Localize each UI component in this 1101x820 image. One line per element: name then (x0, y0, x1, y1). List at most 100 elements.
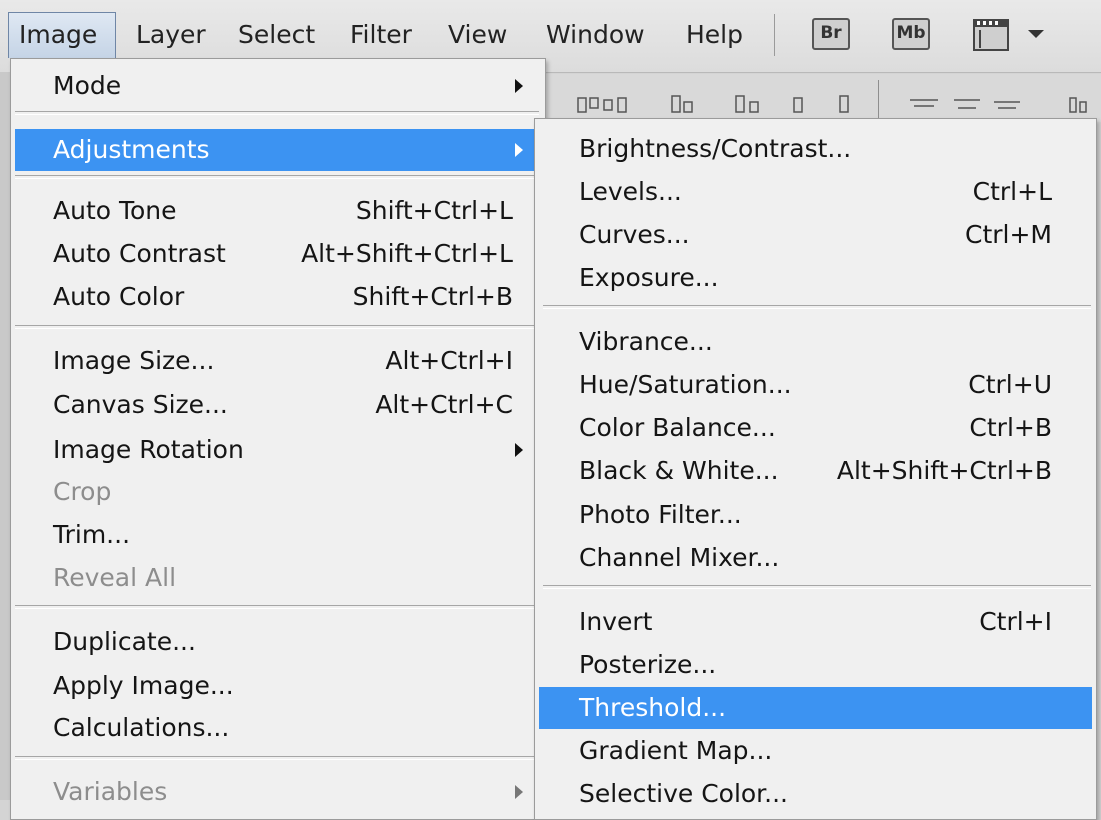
menu-item-trim[interactable]: Trim... (15, 514, 539, 556)
menu-item-label: Auto Tone (53, 196, 177, 225)
menu-item-apply-image[interactable]: Apply Image... (15, 665, 539, 707)
menu-item-label: Threshold... (579, 693, 727, 722)
menu-item-color-balance[interactable]: Color Balance... Ctrl+B (539, 407, 1092, 449)
menu-help[interactable]: Help (676, 12, 753, 58)
menu-filter[interactable]: Filter (340, 12, 422, 58)
menu-item-label: Levels... (579, 177, 682, 206)
menu-item-threshold[interactable]: Threshold... (539, 687, 1092, 729)
image-menu: Mode Adjustments Auto Tone Shift+Ctrl+L … (10, 58, 546, 820)
shortcut-label: Ctrl+M (965, 220, 1052, 249)
menu-item-posterize[interactable]: Posterize... (539, 644, 1092, 686)
menu-item-auto-contrast[interactable]: Auto Contrast Alt+Shift+Ctrl+L (15, 233, 539, 275)
menu-item-label: Black & White... (579, 456, 779, 485)
menu-separator (15, 605, 539, 609)
menu-item-curves[interactable]: Curves... Ctrl+M (539, 214, 1092, 256)
menu-item-crop: Crop (15, 471, 539, 513)
menu-item-auto-tone[interactable]: Auto Tone Shift+Ctrl+L (15, 190, 539, 232)
menu-item-hue-saturation[interactable]: Hue/Saturation... Ctrl+U (539, 364, 1092, 406)
shortcut-label: Shift+Ctrl+L (355, 196, 513, 225)
menu-item-exposure[interactable]: Exposure... (539, 257, 1092, 299)
submenu-arrow-icon (515, 443, 523, 457)
menu-item-duplicate[interactable]: Duplicate... (15, 621, 539, 663)
shortcut-label: Alt+Ctrl+I (385, 346, 513, 375)
menu-item-label: Auto Contrast (53, 239, 226, 268)
menu-item-channel-mixer[interactable]: Channel Mixer... (539, 537, 1092, 579)
menu-item-selective-color[interactable]: Selective Color... (539, 773, 1092, 815)
menu-layer[interactable]: Layer (126, 12, 216, 58)
menu-item-label: Trim... (53, 520, 131, 549)
menu-item-invert[interactable]: Invert Ctrl+I (539, 601, 1092, 643)
menu-separator (15, 756, 539, 760)
menu-item-label: Exposure... (579, 263, 719, 292)
shortcut-label: Alt+Shift+Ctrl+L (301, 239, 513, 268)
menu-item-label: Image Rotation (53, 435, 244, 464)
menu-separator (15, 175, 539, 179)
menu-item-canvas-size[interactable]: Canvas Size... Alt+Ctrl+C (15, 384, 539, 426)
menu-item-variables: Variables (15, 771, 539, 813)
align-distribute-icons (577, 95, 1087, 113)
menu-item-label: Apply Image... (53, 671, 234, 700)
menu-item-photo-filter[interactable]: Photo Filter... (539, 494, 1092, 536)
menu-item-label: Adjustments (53, 135, 210, 164)
menu-separator (15, 111, 539, 115)
shortcut-label: Alt+Ctrl+C (375, 390, 513, 419)
menu-view[interactable]: View (438, 12, 517, 58)
menu-item-vibrance[interactable]: Vibrance... (539, 321, 1092, 363)
menu-item-levels[interactable]: Levels... Ctrl+L (539, 171, 1092, 213)
options-bar (540, 74, 1101, 122)
menu-item-label: Hue/Saturation... (579, 370, 792, 399)
menu-item-label: Reveal All (53, 563, 177, 592)
menu-item-black-white[interactable]: Black & White... Alt+Shift+Ctrl+B (539, 450, 1092, 492)
menu-item-label: Mode (53, 71, 122, 100)
menu-item-mode[interactable]: Mode (15, 65, 539, 107)
mini-bridge-button[interactable]: Mb (892, 18, 930, 50)
menu-select[interactable]: Select (228, 12, 325, 58)
menu-item-label: Image Size... (53, 346, 215, 375)
options-divider (878, 80, 879, 120)
shortcut-label: Ctrl+I (979, 607, 1052, 636)
menu-window[interactable]: Window (536, 12, 655, 58)
menu-item-label: Vibrance... (579, 327, 713, 356)
menu-item-image-rotation[interactable]: Image Rotation (15, 429, 539, 471)
menu-item-adjustments[interactable]: Adjustments (15, 129, 539, 171)
menu-item-image-size[interactable]: Image Size... Alt+Ctrl+I (15, 340, 539, 382)
menu-item-gradient-map[interactable]: Gradient Map... (539, 730, 1092, 772)
menu-item-label: Brightness/Contrast... (579, 134, 852, 163)
menu-item-brightness-contrast[interactable]: Brightness/Contrast... (539, 128, 1092, 170)
menu-item-reveal-all: Reveal All (15, 557, 539, 599)
menu-item-label: Calculations... (53, 713, 230, 742)
tools-panel-edge (0, 72, 10, 800)
shortcut-label: Ctrl+B (969, 413, 1052, 442)
shortcut-label: Ctrl+L (972, 177, 1052, 206)
shortcut-label: Alt+Shift+Ctrl+B (836, 456, 1052, 485)
menu-item-label: Color Balance... (579, 413, 776, 442)
bridge-button[interactable]: Br (812, 18, 850, 50)
menu-item-label: Variables (53, 777, 168, 806)
menu-separator (15, 325, 539, 329)
menu-item-label: Invert (579, 607, 653, 636)
menu-image[interactable]: Image (8, 12, 116, 58)
menu-item-auto-color[interactable]: Auto Color Shift+Ctrl+B (15, 276, 539, 318)
menu-item-label: Posterize... (579, 650, 717, 679)
submenu-arrow-icon (515, 143, 523, 157)
menu-separator (543, 585, 1091, 589)
menu-item-calculations[interactable]: Calculations... (15, 707, 539, 749)
chevron-down-icon (1028, 30, 1044, 38)
shortcut-label: Shift+Ctrl+B (352, 282, 513, 311)
menu-item-label: Auto Color (53, 282, 185, 311)
menu-separator (543, 305, 1091, 309)
arrange-documents-icon[interactable] (972, 16, 1052, 58)
menubar-divider (774, 14, 775, 56)
menu-item-label: Duplicate... (53, 627, 196, 656)
menu-item-label: Channel Mixer... (579, 543, 780, 572)
menu-item-label: Selective Color... (579, 779, 789, 808)
submenu-arrow-icon (515, 79, 523, 93)
submenu-arrow-icon (515, 785, 523, 799)
menu-item-label: Curves... (579, 220, 690, 249)
menu-item-label: Crop (53, 477, 112, 506)
shortcut-label: Ctrl+U (968, 370, 1052, 399)
menu-item-label: Canvas Size... (53, 390, 228, 419)
adjustments-submenu: Brightness/Contrast... Levels... Ctrl+L … (534, 118, 1097, 820)
menu-item-label: Photo Filter... (579, 500, 742, 529)
menu-item-label: Gradient Map... (579, 736, 773, 765)
